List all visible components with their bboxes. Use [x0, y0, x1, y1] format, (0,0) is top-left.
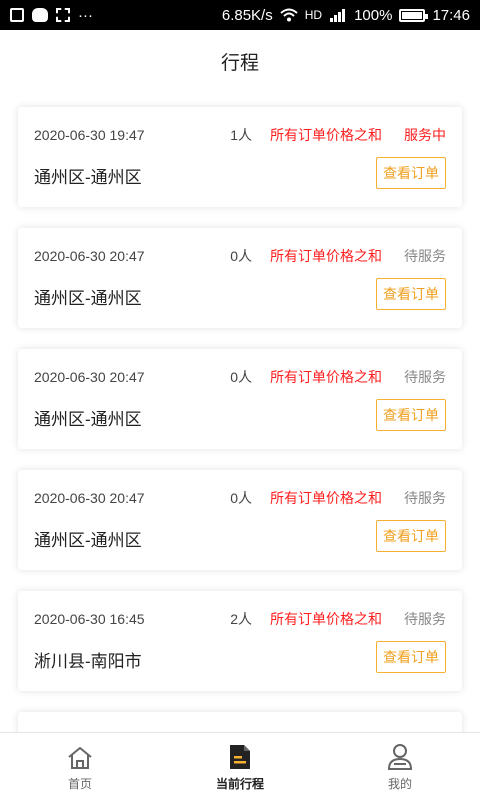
gallery-icon [10, 8, 24, 22]
cat-app-icon [32, 8, 48, 22]
wifi-icon [280, 8, 298, 22]
passenger-count: 0人 [230, 369, 252, 385]
trip-info-row: 2020-06-30 19:47 1人 所有订单价格之和 服务中 [34, 125, 446, 145]
trip-date: 2020-06-30 20:47 [34, 248, 145, 264]
trip-date: 2020-06-30 20:47 [34, 490, 145, 506]
trip-card[interactable]: 2020-06-30 20:47 0人 所有订单价格之和 待服务 通州区-通州区… [18, 470, 462, 570]
tab-label: 当前行程 [215, 777, 264, 791]
home-icon [68, 747, 92, 769]
trip-date: 2020-06-30 16:45 [34, 611, 145, 627]
trip-card-partial[interactable] [18, 712, 462, 732]
trip-route: 通州区-通州区 [34, 531, 142, 550]
view-order-button[interactable]: 查看订单 [376, 641, 446, 673]
trip-card[interactable]: 2020-06-30 20:47 0人 所有订单价格之和 待服务 通州区-通州区… [18, 349, 462, 449]
view-order-button[interactable]: 查看订单 [376, 278, 446, 310]
trip-status: 服务中 [404, 127, 446, 143]
trip-date: 2020-06-30 20:47 [34, 369, 145, 385]
page-header: 行程 [0, 30, 480, 92]
trip-status: 待服务 [404, 611, 446, 627]
grid-app-icon [56, 8, 70, 22]
trip-card[interactable]: 2020-06-30 19:47 1人 所有订单价格之和 服务中 通州区-通州区… [18, 107, 462, 207]
view-order-button[interactable]: 查看订单 [376, 399, 446, 431]
trip-status: 待服务 [404, 248, 446, 264]
passenger-count: 1人 [230, 127, 252, 143]
status-right: 6.85K/s HD 100% 17:46 [222, 7, 470, 24]
order-price-sum: 所有订单价格之和 [270, 127, 382, 143]
trip-route: 通州区-通州区 [34, 410, 142, 429]
view-order-button[interactable]: 查看订单 [376, 520, 446, 552]
network-type: HD [304, 8, 323, 22]
status-left: ··· [10, 7, 93, 24]
passenger-count: 0人 [230, 248, 252, 264]
trip-date: 2020-06-30 19:47 [34, 127, 145, 143]
signal-icon [330, 9, 346, 22]
battery-percent: 100% [354, 6, 393, 24]
bottom-tab-bar: 首页 当前行程 我的 [0, 732, 480, 800]
trip-card[interactable]: 2020-06-30 16:45 2人 所有订单价格之和 待服务 淅川县-南阳市… [18, 591, 462, 691]
user-icon [387, 744, 413, 770]
passenger-count: 0人 [230, 490, 252, 506]
order-price-sum: 所有订单价格之和 [270, 248, 382, 264]
tab-label: 首页 [67, 777, 92, 791]
order-price-sum: 所有订单价格之和 [270, 369, 382, 385]
passenger-count: 2人 [230, 611, 252, 627]
trip-info-row: 2020-06-30 20:47 0人 所有订单价格之和 待服务 [34, 367, 446, 387]
tab-mine[interactable]: 我的 [320, 733, 480, 800]
trip-info-row: 2020-06-30 20:47 0人 所有订单价格之和 待服务 [34, 488, 446, 508]
document-icon [230, 745, 250, 769]
status-bar: ··· 6.85K/s HD 100% 17:46 [0, 0, 480, 30]
more-icon: ··· [78, 6, 93, 24]
order-price-sum: 所有订单价格之和 [270, 611, 382, 627]
tab-label: 我的 [387, 777, 412, 791]
trip-info-row: 2020-06-30 20:47 0人 所有订单价格之和 待服务 [34, 246, 446, 266]
trip-route: 通州区-通州区 [34, 168, 142, 187]
battery-icon [399, 8, 429, 22]
trip-route: 通州区-通州区 [34, 289, 142, 308]
battery-fill [402, 11, 423, 19]
clock: 17:46 [432, 6, 470, 24]
trip-status: 待服务 [404, 490, 446, 506]
tab-current-trip[interactable]: 当前行程 [160, 733, 320, 800]
view-order-button[interactable]: 查看订单 [376, 157, 446, 189]
trip-status: 待服务 [404, 369, 446, 385]
order-price-sum: 所有订单价格之和 [270, 490, 382, 506]
page-title: 行程 [220, 52, 259, 74]
trip-list[interactable]: 2020-06-30 19:47 1人 所有订单价格之和 服务中 通州区-通州区… [0, 92, 480, 732]
trip-route: 淅川县-南阳市 [34, 652, 142, 671]
network-speed: 6.85K/s [221, 6, 273, 24]
trip-info-row: 2020-06-30 16:45 2人 所有订单价格之和 待服务 [34, 609, 446, 629]
trip-card[interactable]: 2020-06-30 20:47 0人 所有订单价格之和 待服务 通州区-通州区… [18, 228, 462, 328]
tab-home[interactable]: 首页 [0, 733, 160, 800]
